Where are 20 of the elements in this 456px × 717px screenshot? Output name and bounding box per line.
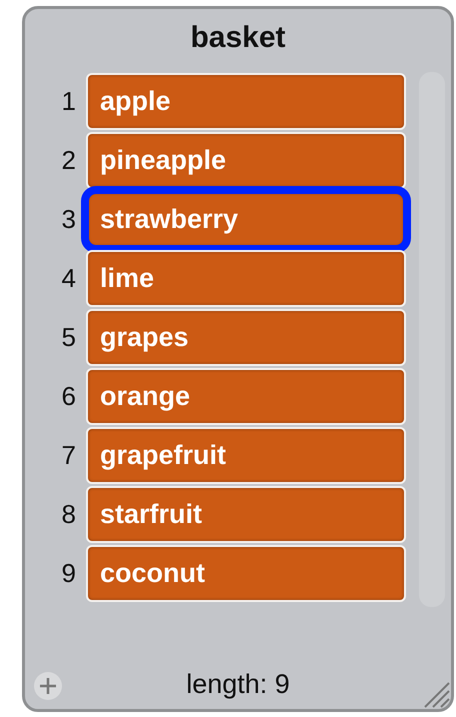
list-item[interactable]: lime: [86, 250, 406, 306]
item-index: 9: [60, 558, 77, 588]
list-item[interactable]: apple: [86, 72, 406, 130]
item-index: 6: [60, 380, 77, 412]
list-item[interactable]: coconut: [86, 544, 406, 602]
list-item[interactable]: grapefruit: [86, 426, 406, 484]
item-index: 4: [60, 262, 77, 294]
add-icon[interactable]: [33, 671, 63, 701]
item-index: 2: [60, 144, 77, 176]
item-index: 8: [60, 498, 77, 530]
item-index: 1: [60, 86, 77, 116]
list-title: basket: [190, 20, 286, 56]
item-index: 7: [60, 440, 77, 470]
list-length: length: 9: [186, 668, 290, 700]
list-item[interactable]: pineapple: [86, 132, 406, 188]
item-index: 3: [60, 204, 77, 234]
list-item[interactable]: orange: [86, 368, 406, 424]
item-index: 5: [60, 322, 77, 352]
list-item[interactable]: grapes: [86, 308, 406, 366]
list-item[interactable]: starfruit: [86, 486, 406, 542]
